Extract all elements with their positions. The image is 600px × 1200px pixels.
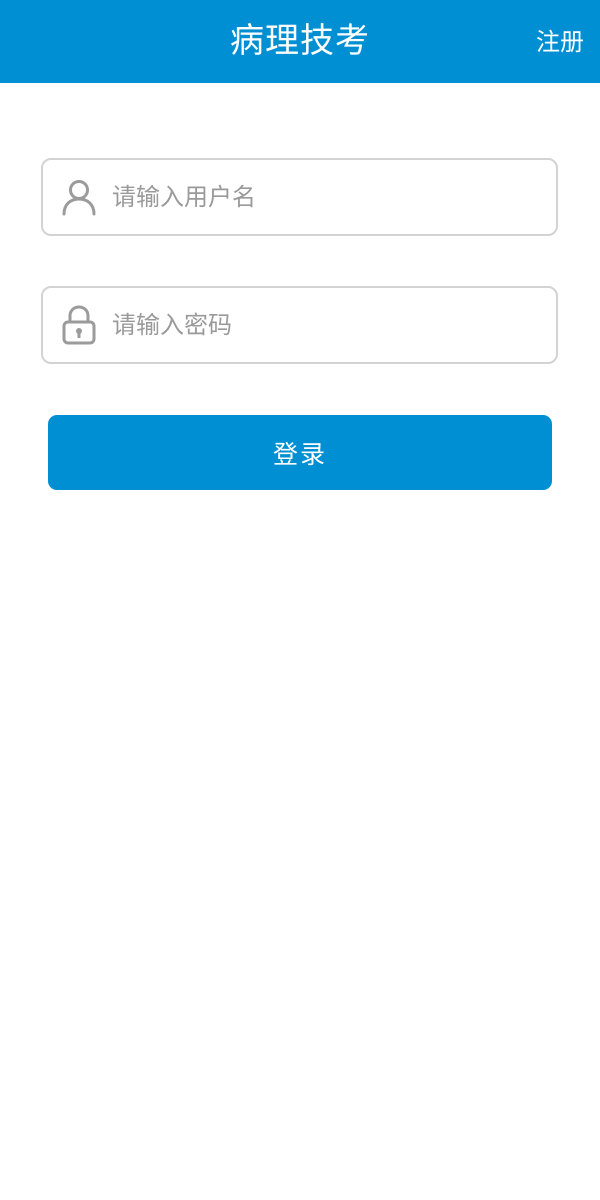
page-title: 病理技考 [230,20,370,61]
register-button[interactable]: 注册 [536,30,584,54]
password-field[interactable] [41,286,558,364]
user-icon [58,176,100,218]
lock-icon [58,304,100,346]
username-field[interactable] [41,158,558,236]
app-header: 病理技考 注册 [0,0,600,83]
username-input[interactable] [112,160,556,234]
password-input[interactable] [112,288,556,362]
login-button[interactable]: 登录 [48,415,552,490]
